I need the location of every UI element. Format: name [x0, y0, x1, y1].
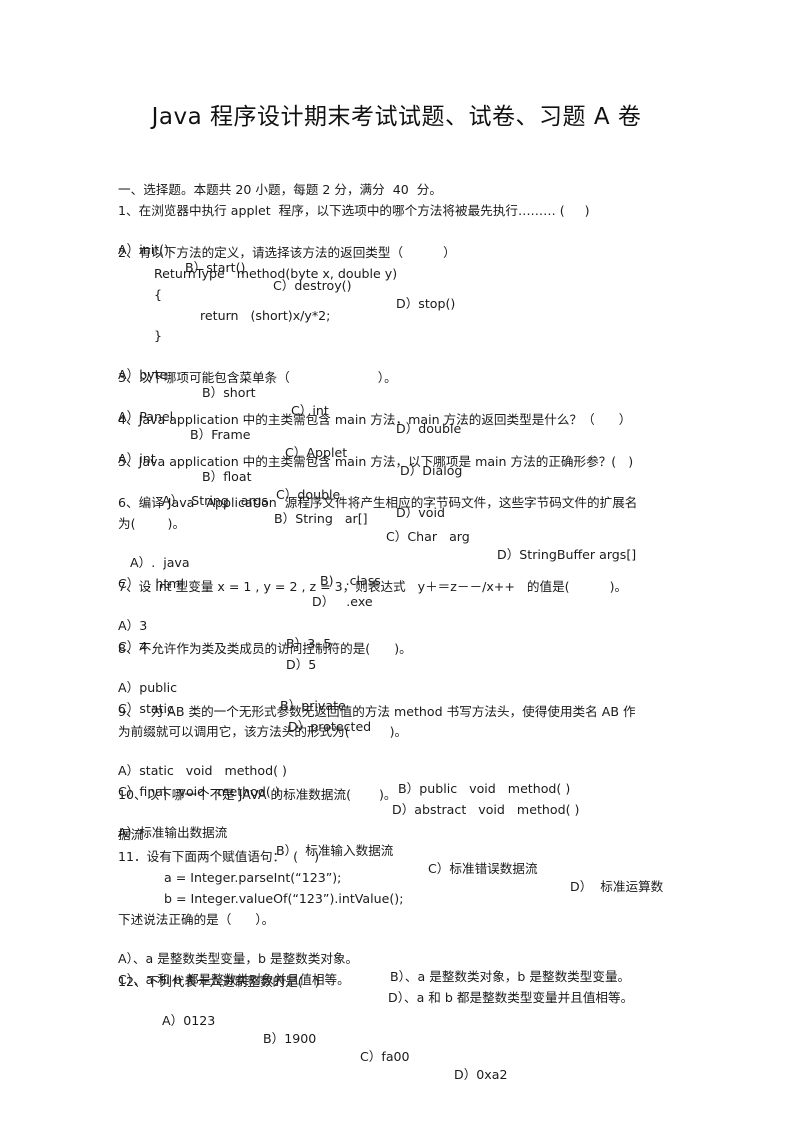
option-d: D）、a 和 b 都是整数类型变量并且值相等。: [388, 990, 634, 1005]
question-7-stem: 7、设 int 型变量 x = 1 , y = 2 , z = 3，则表达式 y…: [118, 579, 628, 594]
question-3-stem: 3、以下哪项可能包含菜单条（ ）。: [118, 370, 397, 385]
option-d: D）abstract void method( ): [392, 802, 580, 817]
option-d: D） 标准运算数: [570, 879, 664, 894]
code-line: a = Integer.parseInt(“123”);: [164, 870, 342, 885]
code-line: b = Integer.valueOf(“123”).intValue();: [164, 891, 404, 906]
question-11-stem-after: 下述说法正确的是（ ）。: [118, 912, 275, 927]
question-8-stem: 8、不允许作为类及类成员的访问控制符的是( )。: [118, 641, 412, 656]
option-a: A）、a 是整数类型变量，b 是整数类对象。: [118, 951, 359, 966]
option-d: D）0xa2: [454, 1067, 508, 1082]
option-a: A）static void method( ): [118, 763, 287, 778]
option-c: C）标准错误数据流: [428, 861, 538, 876]
option-b: B）、a 是整数类对象，b 是整数类型变量。: [390, 969, 631, 984]
option-a: A）. java: [130, 555, 190, 570]
option-d: D）stop(): [396, 296, 456, 311]
question-1-options: A）init() B）start() C）destroy() D）stop(): [118, 223, 455, 331]
question-12-options: A）0123 B）1900 C）fa00 D）0xa2: [162, 994, 508, 1102]
question-6-stem-cont: 为( )。: [118, 516, 186, 531]
option-b: B）1900: [263, 1031, 317, 1046]
question-11-stem: 11．设有下面两个赋值语句： ( ): [118, 849, 319, 864]
question-10-stem: 10、以下哪一个不是 JAVA 的标准数据流( )。: [118, 787, 397, 802]
option-d: D）5: [286, 657, 317, 672]
section-header: 一、选择题。本题共 20 小题，每题 2 分，满分 40 分。: [118, 182, 442, 197]
question-6-stem: 6、编译 Java Application 源程序文件将产生相应的字节码文件，这…: [118, 495, 638, 510]
option-a: A）0123: [162, 1013, 216, 1028]
code-line: {: [154, 287, 163, 302]
option-d: D）StringBuffer args[]: [497, 547, 637, 562]
option-b: B）String ar[]: [274, 511, 368, 526]
question-2-stem: 2、有以下方法的定义，请选择该方法的返回类型（ ）: [118, 245, 456, 260]
code-line: }: [154, 328, 163, 343]
question-4-stem: 4、Java application 中的主类需包含 main 方法，main …: [118, 412, 632, 427]
document-title: Java 程序设计期末考试试题、试卷、习题 A 卷: [151, 104, 642, 130]
question-1-stem: 1、在浏览器中执行 applet 程序，以下选项中的哪个方法将被最先执行……… …: [118, 203, 590, 218]
question-5-stem: 5、Java application 中的主类需包含 main 方法，以下哪项是…: [118, 454, 634, 469]
option-c: C）Char arg: [386, 529, 470, 544]
question-9-stem: 9、 为 AB 类的一个无形式参数无返回值的方法 method 书写方法头，使得…: [118, 704, 636, 719]
option-c: C）fa00: [360, 1049, 410, 1064]
question-9-stem-cont: 为前缀就可以调用它，该方法头的形式为( )。: [118, 724, 408, 739]
option-b: B）public void method( ): [398, 781, 571, 796]
code-line: return (short)x/y*2;: [200, 308, 331, 323]
question-10-options-cont: 据流: [118, 827, 144, 842]
code-line: ReturnType method(byte x, double y): [154, 266, 398, 281]
question-12-stem: 12、下列代表十六进制整数的是( ): [118, 974, 320, 989]
